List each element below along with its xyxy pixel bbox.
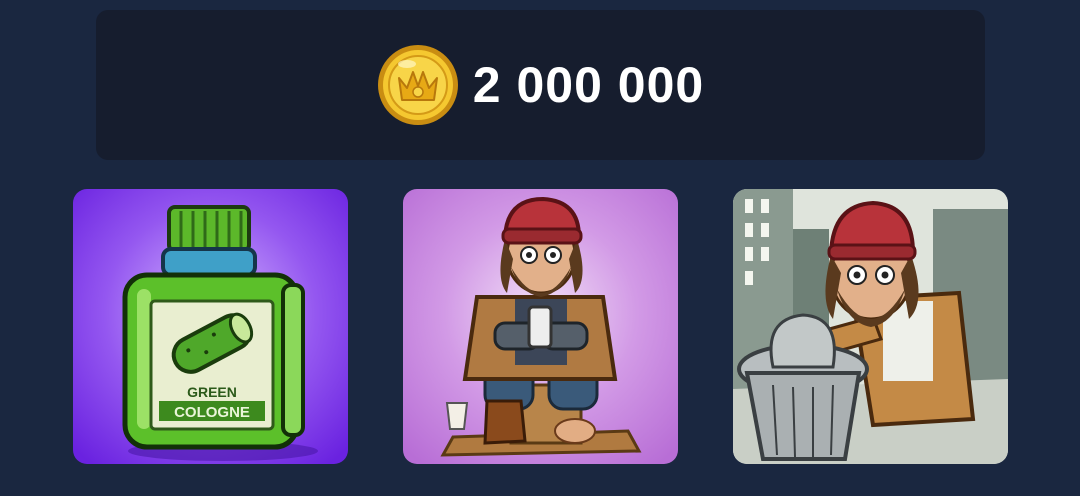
- homeless-man-with-trash-can-image: [733, 189, 1008, 464]
- green-cologne-bottle-image: GREEN COLOGNE: [73, 189, 348, 464]
- item-card-green-cologne[interactable]: GREEN COLOGNE: [73, 189, 348, 464]
- homeless-man-with-phone-image: [403, 189, 678, 464]
- bottle-label-line2: COLOGNE: [174, 404, 250, 421]
- gold-coin-icon: [377, 45, 458, 125]
- item-card-homeless-with-trash-can[interactable]: [733, 189, 1008, 464]
- balance-amount: 2 000 000: [472, 57, 705, 113]
- balance-panel: 2 000 000: [96, 10, 985, 160]
- bottle-label-line1: GREEN: [187, 384, 237, 400]
- item-card-homeless-with-phone[interactable]: [403, 189, 678, 464]
